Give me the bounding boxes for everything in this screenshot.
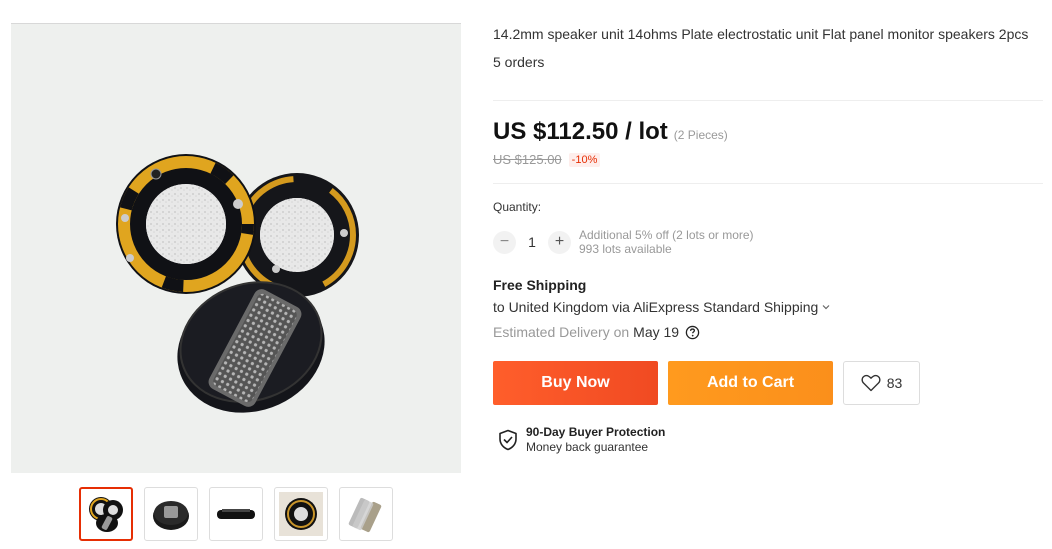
question-circle-icon[interactable] (685, 325, 700, 340)
wishlist-count: 83 (886, 375, 903, 391)
delivery-date: May 19 (633, 324, 680, 340)
protection-subtitle: Money back guarantee (526, 440, 649, 454)
quantity-decrement-button[interactable]: − (493, 230, 516, 254)
quantity-info: Additional 5% off (2 lots or more) 993 l… (579, 228, 754, 256)
discount-badge: -10% (568, 152, 601, 167)
chevron-down-icon (822, 305, 830, 310)
thumbnail-5[interactable] (339, 487, 393, 541)
quantity-stepper: − + Additional 5% off (2 lots or more) 9… (493, 228, 754, 256)
current-price: US $112.50 / lot (493, 118, 668, 145)
shipping-title: Free Shipping (493, 277, 587, 293)
product-photo (11, 24, 461, 473)
quantity-label: Quantity: (493, 200, 542, 214)
add-to-cart-button[interactable]: Add to Cart (668, 361, 833, 405)
estimated-delivery: Estimated Delivery on May 19 (493, 324, 700, 340)
heart-icon (861, 374, 881, 392)
protection-title: 90-Day Buyer Protection (526, 425, 666, 439)
thumbnail-image (348, 497, 382, 533)
wishlist-button[interactable]: 83 (843, 361, 920, 405)
original-price-row: US $125.00 -10% (493, 152, 601, 167)
protection-text: 90-Day Buyer Protection Money back guara… (526, 425, 665, 455)
buyer-protection: 90-Day Buyer Protection Money back guara… (498, 425, 665, 455)
thumbnail-image (89, 497, 123, 532)
thumbnail-2[interactable] (144, 487, 198, 541)
thumbnail-image (279, 492, 323, 536)
thumbnail-image (217, 509, 255, 519)
quantity-input[interactable] (516, 234, 548, 250)
price-row: US $112.50 / lot (2 Pieces) (493, 118, 728, 146)
thumbnail-3[interactable] (209, 487, 263, 541)
lot-pieces: (2 Pieces) (673, 128, 728, 142)
shield-check-icon (499, 429, 517, 451)
thumbnail-image (153, 501, 189, 530)
shipping-destination: to United Kingdom via AliExpress Standar… (493, 299, 819, 315)
buy-now-button[interactable]: Buy Now (493, 361, 658, 405)
divider (493, 100, 1043, 101)
product-title: 14.2mm speaker unit 14ohms Plate electro… (493, 26, 1029, 42)
original-price: US $125.00 (493, 152, 562, 167)
bulk-offer-text: Additional 5% off (2 lots or more) (579, 228, 754, 242)
quantity-increment-button[interactable]: + (548, 230, 571, 254)
speaker-left (116, 154, 256, 294)
thumbnail-1[interactable] (79, 487, 133, 541)
shipping-method-selector[interactable]: to United Kingdom via AliExpress Standar… (493, 299, 830, 315)
stock-available-text: 993 lots available (579, 242, 672, 256)
thumbnail-4[interactable] (274, 487, 328, 541)
delivery-label: Estimated Delivery on (493, 324, 630, 340)
order-count: 5 orders (493, 54, 545, 70)
divider (493, 183, 1043, 184)
thumbnail-strip (79, 487, 393, 541)
main-product-image[interactable] (11, 23, 461, 473)
product-info: 14.2mm speaker unit 14ohms Plate electro… (493, 24, 1043, 71)
